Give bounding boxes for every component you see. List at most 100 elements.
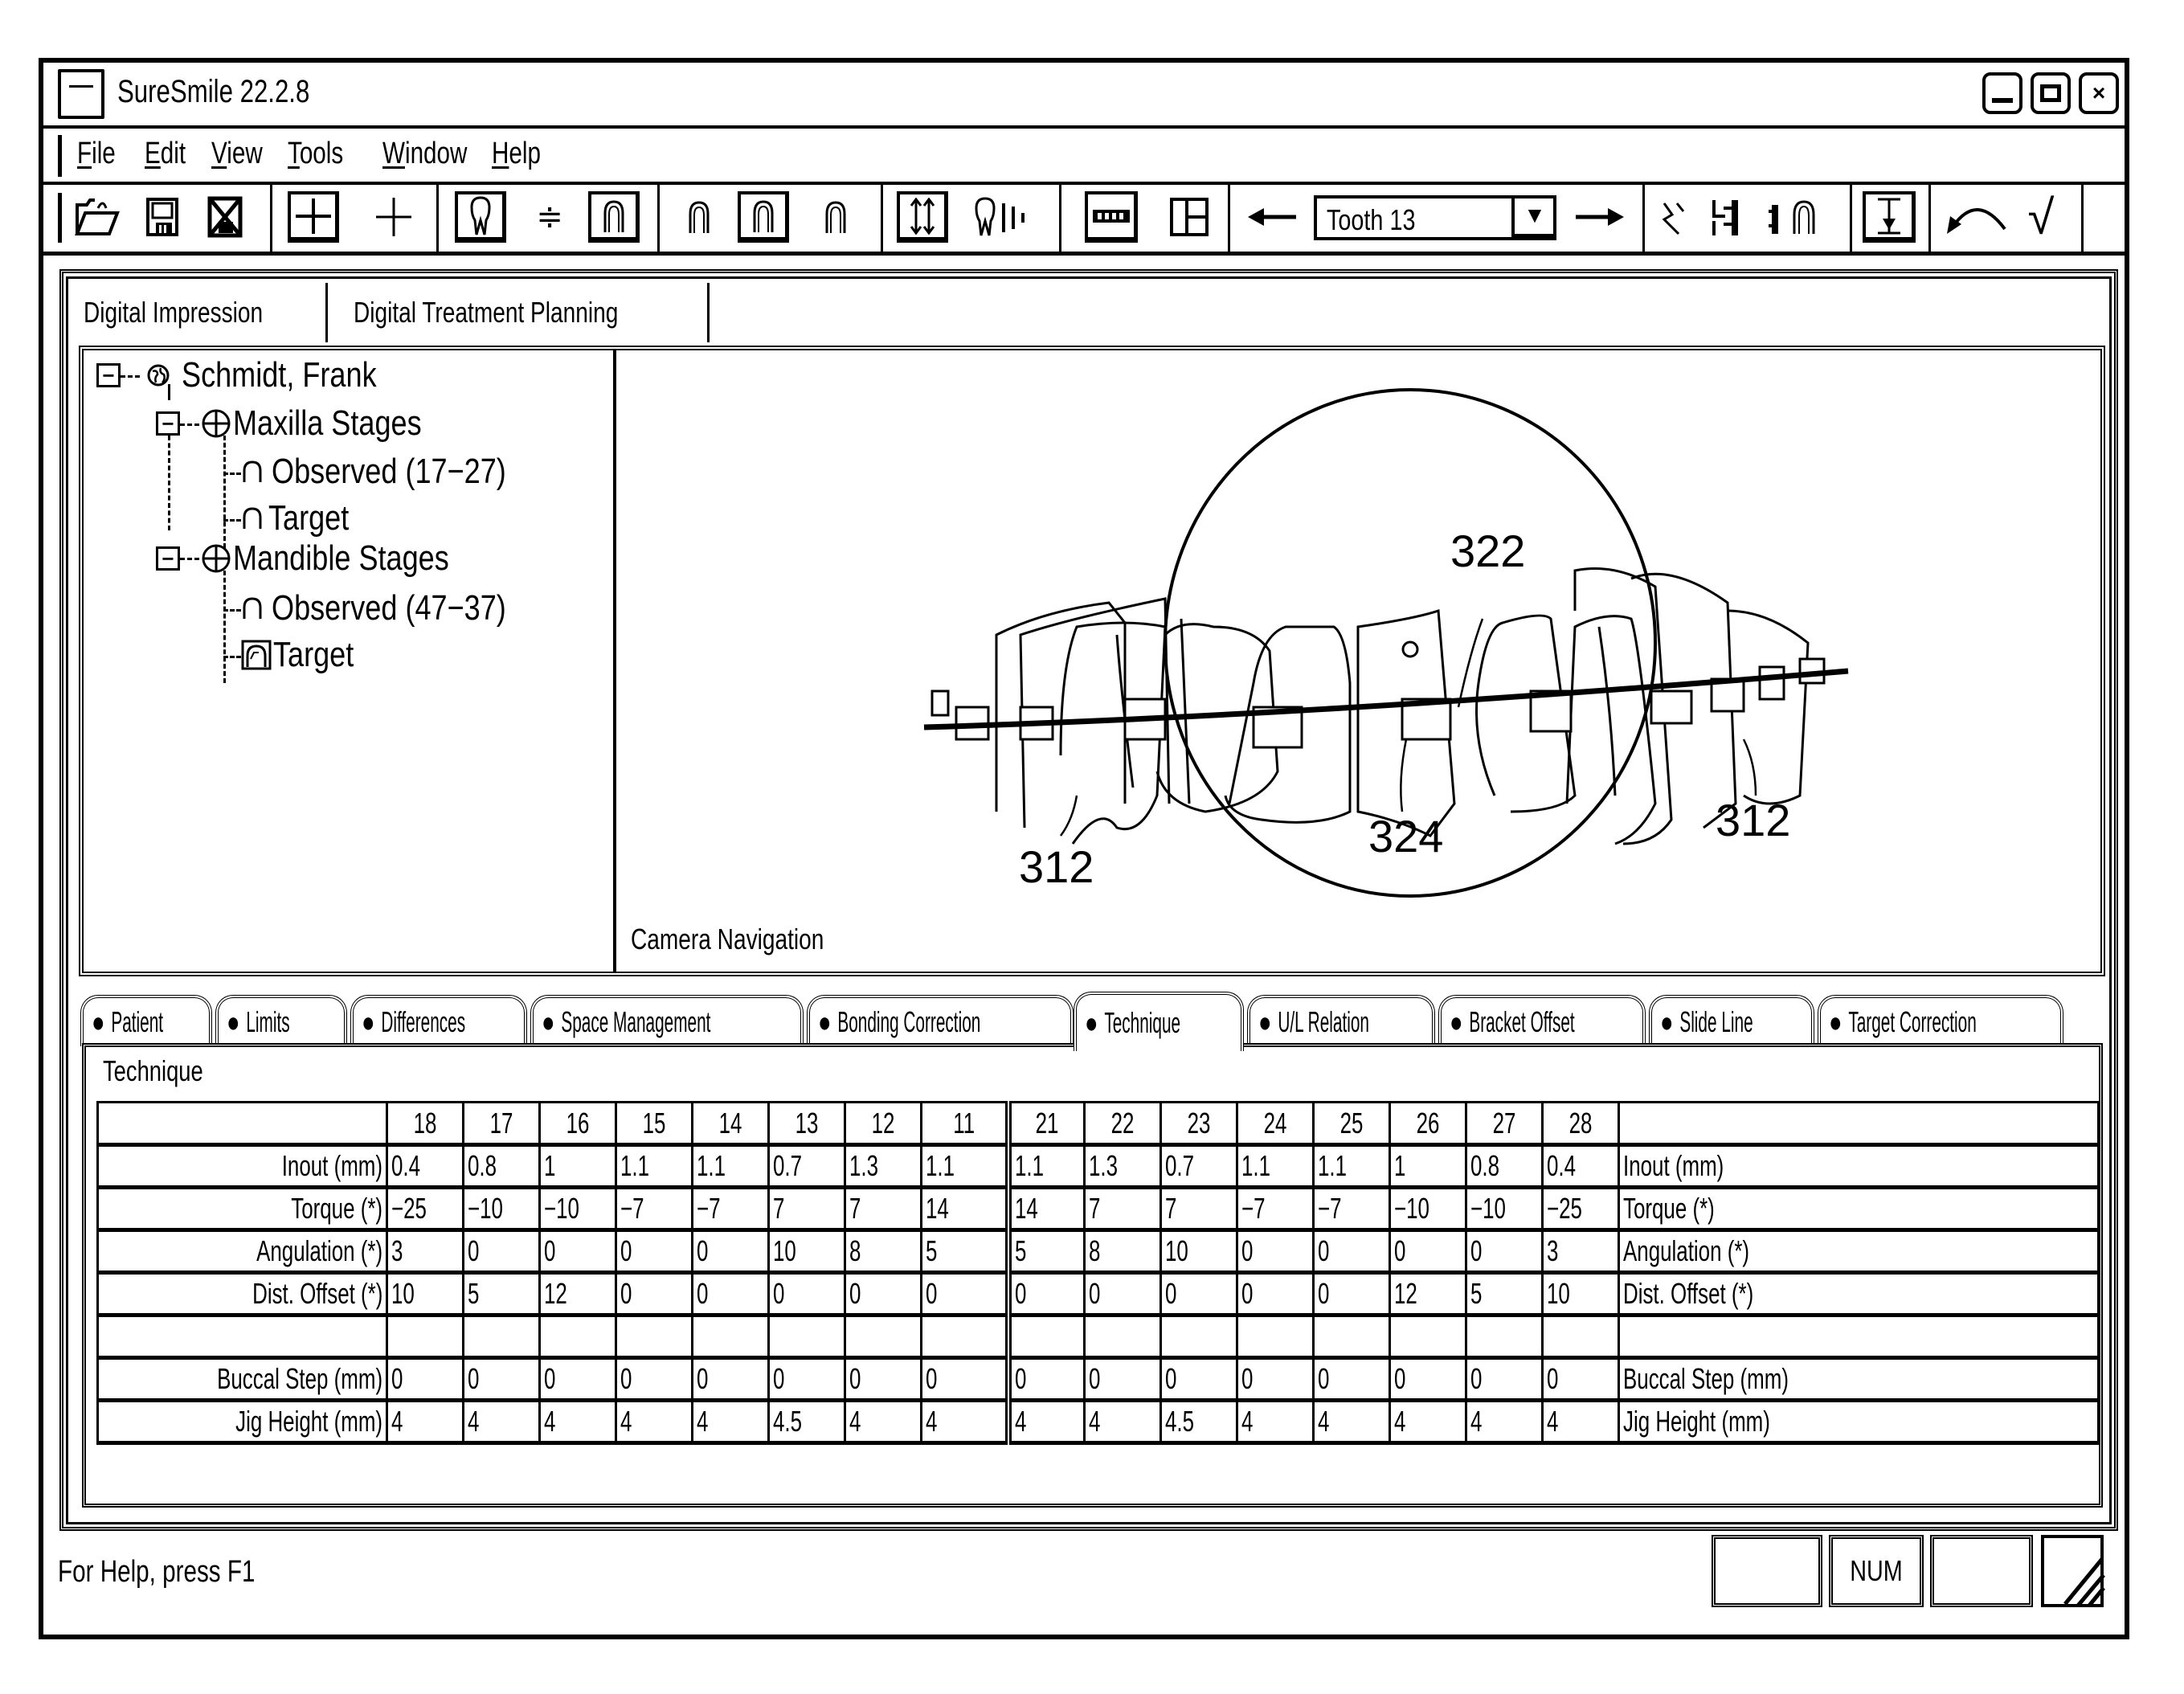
value-cell[interactable]: 1: [538, 1144, 617, 1189]
value-cell[interactable]: 0.7: [1159, 1144, 1238, 1189]
value-cell[interactable]: [844, 1314, 922, 1359]
value-cell[interactable]: 0: [767, 1271, 846, 1316]
value-cell[interactable]: 0: [1465, 1356, 1544, 1401]
value-cell[interactable]: 0: [1389, 1356, 1467, 1401]
value-cell[interactable]: 0: [1236, 1271, 1315, 1316]
value-cell[interactable]: 0: [1541, 1356, 1620, 1401]
bracket-arch-button[interactable]: [1765, 191, 1829, 243]
value-cell[interactable]: 14: [920, 1186, 1012, 1231]
value-cell[interactable]: 0: [1083, 1271, 1162, 1316]
tree-node-maxilla-target[interactable]: Target: [241, 498, 366, 538]
value-cell[interactable]: 10: [386, 1271, 464, 1316]
value-cell[interactable]: 0: [538, 1229, 617, 1274]
tab-bracket-offset[interactable]: ● Bracket Offset: [1438, 995, 1646, 1046]
add-boxed-button[interactable]: [288, 191, 339, 243]
value-cell[interactable]: 0.8: [1465, 1144, 1544, 1189]
value-cell[interactable]: 5: [1465, 1271, 1544, 1316]
value-cell[interactable]: 4.5: [1159, 1399, 1238, 1444]
value-cell[interactable]: 0.4: [386, 1144, 464, 1189]
tooth-button[interactable]: [455, 191, 506, 243]
value-cell[interactable]: 0.7: [767, 1144, 846, 1189]
value-cell[interactable]: 0: [1312, 1271, 1391, 1316]
value-cell[interactable]: −7: [1312, 1186, 1391, 1231]
accept-button[interactable]: √: [2017, 190, 2065, 244]
tab-digital-impression[interactable]: Digital Impression: [84, 285, 313, 340]
value-cell[interactable]: 0: [538, 1356, 617, 1401]
tab-patient[interactable]: ● Patient: [80, 995, 212, 1046]
value-cell[interactable]: 4: [844, 1399, 922, 1444]
value-cell[interactable]: 8: [844, 1229, 922, 1274]
value-cell[interactable]: −25: [1541, 1186, 1620, 1231]
tooth-column-header[interactable]: 27: [1465, 1101, 1544, 1146]
value-cell[interactable]: [691, 1314, 770, 1359]
value-cell[interactable]: −7: [615, 1186, 693, 1231]
value-cell[interactable]: [462, 1314, 541, 1359]
value-cell[interactable]: 0: [1236, 1356, 1315, 1401]
tab-limits[interactable]: ● Limits: [215, 995, 347, 1046]
value-cell[interactable]: 0: [691, 1356, 770, 1401]
value-cell[interactable]: 5: [920, 1229, 1012, 1274]
open-button[interactable]: [71, 191, 124, 243]
value-cell[interactable]: 0: [920, 1356, 1012, 1401]
tooth-select[interactable]: Tooth 13 ▼: [1314, 195, 1556, 240]
value-cell[interactable]: 1.1: [1312, 1144, 1391, 1189]
panel-divider[interactable]: [613, 350, 616, 972]
tab-differences[interactable]: ● Differences: [350, 995, 527, 1046]
save-button[interactable]: [141, 191, 183, 243]
value-cell[interactable]: [767, 1314, 846, 1359]
value-cell[interactable]: 7: [767, 1186, 846, 1231]
value-cell[interactable]: [1312, 1314, 1391, 1359]
value-cell[interactable]: 4: [386, 1399, 464, 1444]
value-cell[interactable]: 4: [1465, 1399, 1544, 1444]
value-cell[interactable]: 12: [538, 1271, 617, 1316]
tooth-column-header[interactable]: 28: [1541, 1101, 1620, 1146]
value-cell[interactable]: 0: [615, 1229, 693, 1274]
value-cell[interactable]: 10: [1541, 1271, 1620, 1316]
collapse-icon[interactable]: −: [156, 411, 180, 436]
value-cell[interactable]: 0: [615, 1356, 693, 1401]
dental-3d-view[interactable]: 322 324 312 312: [619, 354, 2097, 972]
add-button[interactable]: [371, 191, 416, 243]
tab-bonding-correction[interactable]: ● Bonding Correction: [807, 995, 1074, 1046]
tab-slide-line[interactable]: ● Slide Line: [1649, 995, 1814, 1046]
arch-boxed-button[interactable]: [588, 191, 640, 243]
next-tooth-button[interactable]: [1572, 191, 1628, 243]
tooth-column-header[interactable]: 12: [844, 1101, 922, 1146]
tab-space-management[interactable]: ● Space Management: [530, 995, 804, 1046]
value-cell[interactable]: 7: [1159, 1186, 1238, 1231]
value-cell[interactable]: 3: [386, 1229, 464, 1274]
value-cell[interactable]: −10: [462, 1186, 541, 1231]
value-cell[interactable]: [1389, 1314, 1467, 1359]
value-cell[interactable]: 0: [844, 1356, 922, 1401]
tooth-column-header[interactable]: 16: [538, 1101, 617, 1146]
value-cell[interactable]: 5: [462, 1271, 541, 1316]
value-cell[interactable]: 0: [1236, 1229, 1315, 1274]
value-cell[interactable]: 10: [1159, 1229, 1238, 1274]
tree-node-mandible-stages[interactable]: − Mandible Stages: [156, 538, 497, 578]
value-cell[interactable]: 0: [1312, 1229, 1391, 1274]
value-cell[interactable]: 0: [1007, 1271, 1086, 1316]
value-cell[interactable]: 4: [538, 1399, 617, 1444]
tooth-column-header[interactable]: 21: [1007, 1101, 1086, 1146]
value-cell[interactable]: −10: [538, 1186, 617, 1231]
arch-mid-button[interactable]: [738, 191, 789, 243]
tooth-column-header[interactable]: 14: [691, 1101, 770, 1146]
value-cell[interactable]: 0: [691, 1229, 770, 1274]
menu-file[interactable]: File: [77, 137, 116, 171]
value-cell[interactable]: 0: [462, 1229, 541, 1274]
value-cell[interactable]: 0: [691, 1271, 770, 1316]
value-cell[interactable]: [1007, 1314, 1086, 1359]
tree-node-mandible-observed[interactable]: Observed (47−37): [241, 588, 558, 628]
value-cell[interactable]: 0: [1083, 1356, 1162, 1401]
collapse-icon[interactable]: −: [96, 363, 121, 387]
menu-help[interactable]: Help: [492, 137, 541, 171]
value-cell[interactable]: [386, 1314, 464, 1359]
value-cell[interactable]: 0: [1312, 1356, 1391, 1401]
value-cell[interactable]: −7: [1236, 1186, 1315, 1231]
split-view-button[interactable]: [1165, 191, 1213, 243]
close-document-button[interactable]: [204, 191, 246, 243]
value-cell[interactable]: [1541, 1314, 1620, 1359]
value-cell[interactable]: 0: [1007, 1356, 1086, 1401]
value-cell[interactable]: 1.1: [1007, 1144, 1086, 1189]
bracket-strip-button[interactable]: [1085, 191, 1138, 243]
